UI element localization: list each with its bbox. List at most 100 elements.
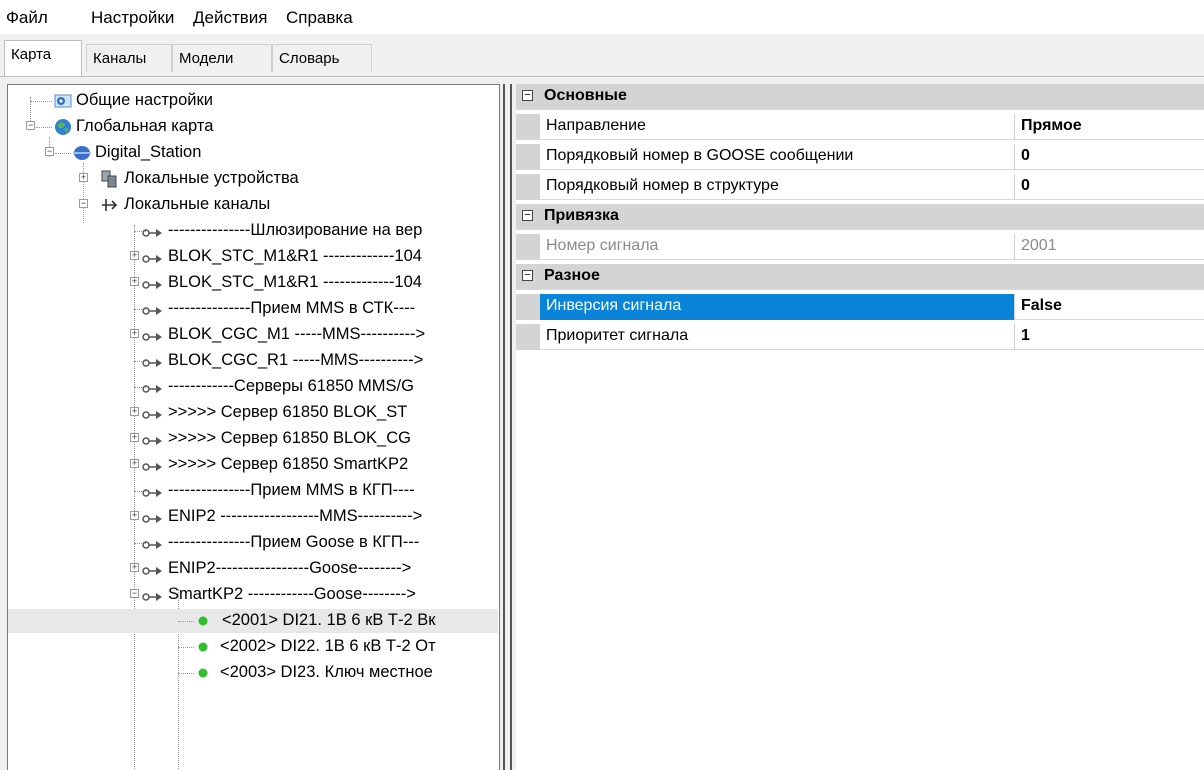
tree-node-local-channels[interactable]: − Локальные каналы [8, 193, 498, 217]
category-label: Привязка [544, 207, 619, 224]
property-name: Инверсия сигнала [546, 297, 682, 314]
expand-toggle[interactable]: + [130, 433, 139, 442]
tree-node-channel[interactable]: BLOK_CGC_R1 -----MMS----------> [8, 349, 498, 373]
channel-icon [142, 537, 164, 549]
tree-node-channel[interactable]: + BLOK_STC_M1&R1 -------------104 [8, 245, 498, 269]
tab-channels[interactable]: Каналы [86, 44, 172, 72]
menu-bar: Файл Настройки Действия Справка [0, 0, 1204, 34]
expand-toggle[interactable]: + [79, 173, 88, 182]
property-struct-index[interactable]: Порядковый номер в структуре 0 [516, 174, 1204, 200]
tree-node-label: ---------------Прием MMS в КГП---- [168, 481, 415, 499]
channel-icon [142, 433, 164, 445]
collapse-toggle[interactable]: − [45, 147, 54, 156]
property-name: Номер сигнала [546, 237, 659, 254]
tab-dictionary[interactable]: Словарь [272, 44, 372, 72]
property-goose-index[interactable]: Порядковый номер в GOOSE сообщении 0 [516, 144, 1204, 170]
tree-node-channel[interactable]: ------------Серверы 61850 MMS/G [8, 375, 498, 399]
tree-node-channel[interactable]: + ENIP2-----------------Goose--------> [8, 557, 498, 581]
signal-dot-icon [198, 616, 208, 626]
category-misc[interactable]: − Разное [516, 264, 1204, 290]
channel-icon [142, 459, 164, 471]
tree-view[interactable]: Общие настройки − Глобальная карта − Dig… [7, 84, 500, 770]
channel-icon [142, 355, 164, 367]
expand-toggle[interactable]: + [130, 563, 139, 572]
tree-node-signal[interactable]: <2001> DI21. 1В 6 кВ Т-2 Вк [8, 609, 498, 633]
tree-node-label: ENIP2-----------------Goose--------> [168, 559, 412, 577]
menu-settings[interactable]: Настройки [91, 8, 174, 28]
category-collapse-toggle[interactable]: − [522, 210, 533, 221]
channel-icon [142, 511, 164, 523]
tree-node-general-settings[interactable]: Общие настройки [8, 89, 498, 113]
tree-node-label: >>>>> Сервер 61850 SmartKP2 [168, 455, 409, 473]
tree-node-channel[interactable]: + BLOK_STC_M1&R1 -------------104 [8, 271, 498, 295]
channel-icon [142, 485, 164, 497]
tree-node-label: Локальные устройства [124, 169, 299, 187]
category-label: Основные [544, 87, 627, 104]
tree-node-channel[interactable]: − SmartKP2 ------------Goose--------> [8, 583, 498, 607]
tree-node-channel[interactable]: + >>>>> Сервер 61850 BLOK_CG [8, 427, 498, 451]
channel-icon [142, 303, 164, 315]
category-main[interactable]: − Основные [516, 84, 1204, 110]
channel-icon [142, 329, 164, 341]
property-value[interactable]: 1 [1021, 327, 1030, 345]
property-value[interactable]: False [1021, 297, 1062, 315]
channel-icon [142, 251, 164, 263]
tree-node-channel[interactable]: ---------------Прием MMS в СТК---- [8, 297, 498, 321]
property-value: 2001 [1021, 237, 1057, 254]
tree-node-label: BLOK_CGC_M1 -----MMS----------> [168, 325, 426, 343]
property-priority[interactable]: Приоритет сигнала 1 [516, 324, 1204, 350]
tree-node-channel[interactable]: + >>>>> Сервер 61850 SmartKP2 [8, 453, 498, 477]
property-direction[interactable]: Направление Прямое [516, 114, 1204, 140]
property-inversion[interactable]: Инверсия сигнала False [516, 294, 1204, 320]
menu-help[interactable]: Справка [286, 8, 353, 28]
expand-toggle[interactable]: + [130, 251, 139, 260]
collapse-toggle[interactable]: − [79, 199, 88, 208]
signal-dot-icon [198, 668, 208, 678]
expand-toggle[interactable]: + [130, 329, 139, 338]
expand-toggle[interactable]: + [130, 511, 139, 520]
tree-node-digital-station[interactable]: − Digital_Station [8, 141, 498, 165]
settings-icon [54, 94, 72, 108]
property-name: Порядковый номер в GOOSE сообщении [546, 147, 854, 164]
property-name: Направление [546, 117, 646, 134]
tree-node-channel[interactable]: ---------------Прием MMS в КГП---- [8, 479, 498, 503]
expand-toggle[interactable]: + [130, 459, 139, 468]
category-collapse-toggle[interactable]: − [522, 90, 533, 101]
tab-models[interactable]: Модели [172, 44, 272, 72]
channels-icon [102, 199, 118, 211]
tree-node-signal[interactable]: <2003> DI23. Ключ местное [8, 661, 498, 685]
collapse-toggle[interactable]: − [26, 121, 35, 130]
category-binding[interactable]: − Привязка [516, 204, 1204, 230]
tree-node-label: Глобальная карта [76, 117, 214, 135]
tree-node-global-map[interactable]: − Глобальная карта [8, 115, 498, 139]
collapse-toggle[interactable]: − [130, 589, 139, 598]
tree-node-channel[interactable]: ---------------Шлюзирование на вер [8, 219, 498, 243]
tree-node-channel[interactable]: ---------------Прием Goose в КГП--- [8, 531, 498, 555]
tree-node-signal[interactable]: <2002> DI22. 1В 6 кВ Т-2 От [8, 635, 498, 659]
tree-node-label: ------------Серверы 61850 MMS/G [168, 377, 414, 395]
tab-content-border [0, 76, 1204, 77]
menu-file[interactable]: Файл [6, 8, 48, 28]
panel-splitter[interactable] [503, 84, 512, 770]
property-value[interactable]: 0 [1021, 177, 1030, 195]
tree-node-label: <2002> DI22. 1В 6 кВ Т-2 От [220, 637, 436, 655]
property-value[interactable]: Прямое [1021, 117, 1082, 135]
tree-node-channel[interactable]: + ENIP2 ------------------MMS----------> [8, 505, 498, 529]
tree-node-label: Локальные каналы [124, 195, 271, 213]
category-label: Разное [544, 267, 600, 284]
expand-toggle[interactable]: + [130, 407, 139, 416]
channel-icon [142, 407, 164, 419]
tree-node-label: SmartKP2 ------------Goose--------> [168, 585, 416, 603]
tree-node-channel[interactable]: + BLOK_CGC_M1 -----MMS----------> [8, 323, 498, 347]
category-collapse-toggle[interactable]: − [522, 270, 533, 281]
tree-node-channel[interactable]: + >>>>> Сервер 61850 BLOK_ST [8, 401, 498, 425]
property-value[interactable]: 0 [1021, 147, 1030, 165]
channel-icon [142, 225, 164, 237]
tree-node-label: BLOK_CGC_R1 -----MMS----------> [168, 351, 424, 369]
tree-node-label: ---------------Шлюзирование на вер [168, 221, 423, 239]
property-grid[interactable]: − Основные Направление Прямое Порядковый… [516, 84, 1204, 770]
tree-node-local-devices[interactable]: + Локальные устройства [8, 167, 498, 191]
menu-actions[interactable]: Действия [193, 8, 267, 28]
tab-map[interactable]: Карта [4, 40, 82, 76]
expand-toggle[interactable]: + [130, 277, 139, 286]
